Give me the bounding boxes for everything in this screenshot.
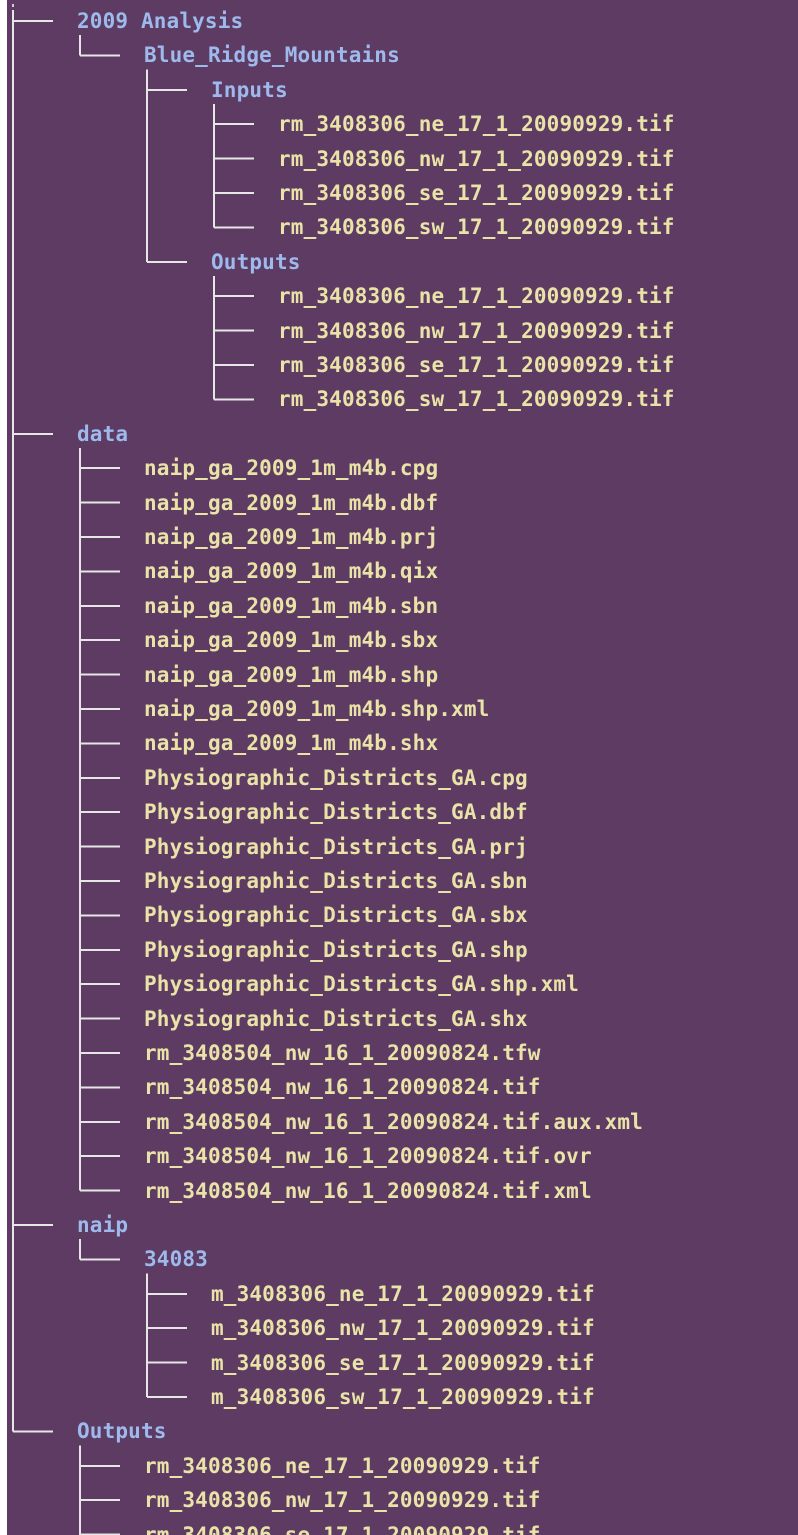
terminal-window: 2009 Analysis Blue_Ridge_Mountains Inputs r… bbox=[7, 0, 798, 1535]
file-name: naip_ga_2009_1m_m4b.sbx bbox=[144, 628, 439, 653]
file-name: rm_3408306_sw_17_1_20090929.tif bbox=[278, 387, 675, 412]
file-name: rm_3408504_nw_16_1_20090824.tif.ovr bbox=[144, 1144, 592, 1169]
file-name: naip_ga_2009_1m_m4b.cpg bbox=[144, 456, 439, 481]
file-name: rm_3408504_nw_16_1_20090824.tif.aux.xml bbox=[144, 1109, 643, 1134]
file-name: naip_ga_2009_1m_m4b.dbf bbox=[144, 490, 439, 515]
folder-name: 34083 bbox=[144, 1247, 208, 1272]
folder-name: Outputs bbox=[211, 249, 301, 274]
file-name: m_3408306_ne_17_1_20090929.tif bbox=[211, 1281, 595, 1306]
file-name: rm_3408306_sw_17_1_20090929.tif bbox=[278, 215, 675, 240]
file-name: Physiographic_Districts_GA.shx bbox=[144, 1006, 528, 1031]
folder-name: Inputs bbox=[211, 77, 288, 102]
file-name: m_3408306_sw_17_1_20090929.tif bbox=[211, 1385, 595, 1409]
folder-name: 2009 Analysis bbox=[77, 9, 244, 33]
file-name: naip_ga_2009_1m_m4b.prj bbox=[144, 525, 439, 549]
file-name: Physiographic_Districts_GA.prj bbox=[144, 834, 528, 859]
folder-name: data bbox=[77, 421, 129, 446]
file-name: Physiographic_Districts_GA.sbn bbox=[144, 869, 528, 893]
file-name: m_3408306_se_17_1_20090929.tif bbox=[211, 1350, 595, 1375]
file-name: rm_3408306_nw_17_1_20090929.tif bbox=[144, 1488, 541, 1513]
file-name: rm_3408504_nw_16_1_20090824.tif.xml bbox=[144, 1178, 592, 1203]
file-name: naip_ga_2009_1m_m4b.shp bbox=[144, 662, 439, 687]
file-name: rm_3408306_se_17_1_20090929.tif bbox=[278, 353, 675, 377]
file-name: rm_3408306_se_17_1_20090929.tif bbox=[278, 181, 675, 205]
file-name: rm_3408306_nw_17_1_20090929.tif bbox=[278, 318, 675, 343]
file-name: rm_3408306_ne_17_1_20090929.tif bbox=[278, 112, 675, 137]
file-name: Physiographic_Districts_GA.shp bbox=[144, 937, 528, 962]
file-name: Physiographic_Districts_GA.cpg bbox=[144, 765, 528, 790]
file-name: rm_3408504_nw_16_1_20090824.tif bbox=[144, 1075, 541, 1100]
file-name: Physiographic_Districts_GA.sbx bbox=[144, 903, 528, 928]
file-name: Physiographic_Districts_GA.shp.xml bbox=[144, 972, 579, 997]
file-name: rm_3408306_se_17_1_20090929.tif bbox=[144, 1522, 541, 1535]
file-name: rm_3408504_nw_16_1_20090824.tfw bbox=[144, 1041, 541, 1065]
file-name: rm_3408306_ne_17_1_20090929.tif bbox=[278, 284, 675, 309]
folder-name: Blue_Ridge_Mountains bbox=[144, 43, 400, 68]
file-name: rm_3408306_nw_17_1_20090929.tif bbox=[278, 146, 675, 171]
folder-name: naip bbox=[77, 1213, 129, 1237]
file-name: naip_ga_2009_1m_m4b.qix bbox=[144, 559, 439, 584]
file-name: naip_ga_2009_1m_m4b.shp.xml bbox=[144, 697, 490, 721]
file-name: m_3408306_nw_17_1_20090929.tif bbox=[211, 1316, 595, 1341]
file-name: rm_3408306_ne_17_1_20090929.tif bbox=[144, 1453, 541, 1478]
file-name: naip_ga_2009_1m_m4b.sbn bbox=[144, 593, 439, 618]
file-name: Physiographic_Districts_GA.dbf bbox=[144, 800, 528, 825]
file-name: naip_ga_2009_1m_m4b.shx bbox=[144, 731, 439, 756]
folder-name: Outputs bbox=[77, 1419, 167, 1444]
